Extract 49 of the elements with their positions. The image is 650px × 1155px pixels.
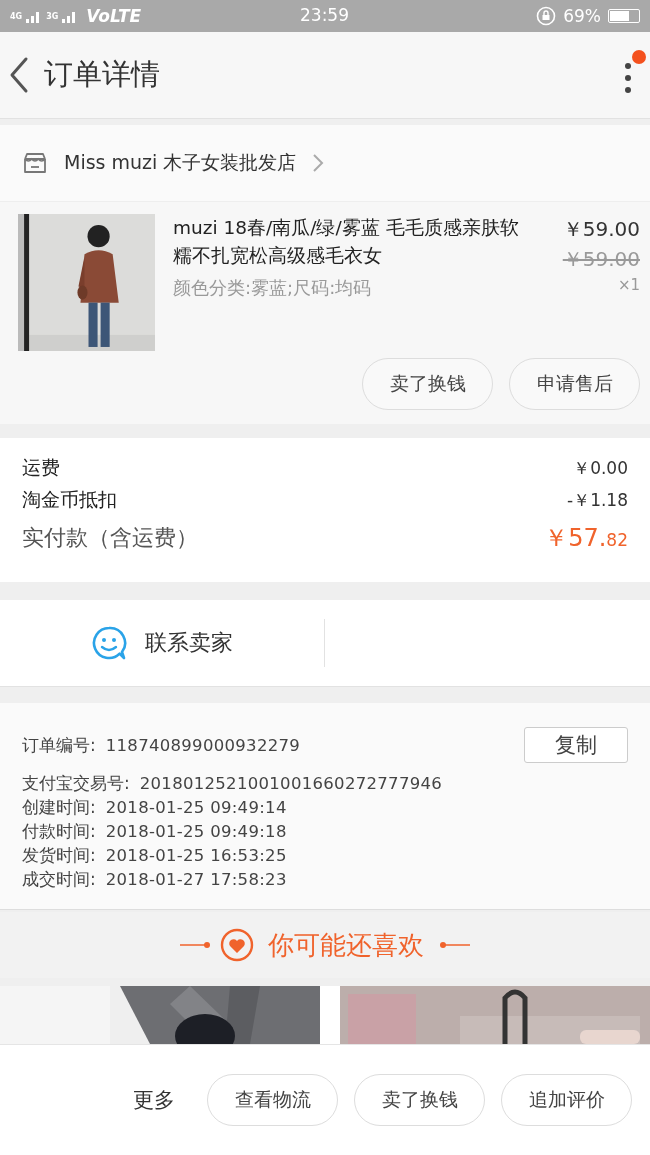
product-spec: 颜色分类:雾蓝;尺码:均码 xyxy=(173,276,373,300)
network-label: 3G xyxy=(46,12,59,21)
rotation-lock-icon xyxy=(536,6,557,26)
battery-percent: 69% xyxy=(563,6,601,26)
info-value: 2018012521001001660272777946 xyxy=(139,773,443,793)
chat-face-icon xyxy=(91,625,127,661)
back-icon xyxy=(8,56,30,94)
fee-value: -￥1.18 xyxy=(567,488,628,512)
fee-value: ￥0.00 xyxy=(573,456,628,480)
fee-label: 运费 xyxy=(22,455,60,480)
divider-ornament-icon xyxy=(180,941,212,949)
action-button[interactable]: 卖了换钱 xyxy=(354,1074,485,1126)
page-title: 订单详情 xyxy=(44,56,161,93)
info-value: 2018-01-25 09:49:14 xyxy=(105,797,287,817)
total-amount: ￥57.82 xyxy=(544,523,628,554)
contact-seller-button[interactable]: 联系卖家 xyxy=(0,619,325,667)
clock: 23:59 xyxy=(300,5,349,25)
more-icon[interactable] xyxy=(624,62,632,94)
network-label: 4G xyxy=(10,12,23,21)
battery-icon xyxy=(608,9,640,23)
shop-name: Miss muzi 木子女装批发店 xyxy=(64,150,297,175)
divider-ornament-icon xyxy=(438,941,470,949)
info-value: 2018-01-25 16:53:25 xyxy=(105,845,287,865)
store-icon xyxy=(22,151,48,175)
info-label: 付款时间: xyxy=(22,819,96,843)
volte-label: VoLTE xyxy=(86,6,142,26)
action-button[interactable]: 申请售后 xyxy=(509,358,640,410)
action-button[interactable]: 卖了换钱 xyxy=(362,358,493,410)
info-value: 2018-01-27 17:58:23 xyxy=(105,869,287,889)
product-title: muzi 18春/南瓜/绿/雾蓝 毛毛质感亲肤软糯不扎宽松高级感毛衣女 xyxy=(173,216,520,268)
more-link[interactable]: 更多 xyxy=(133,1086,175,1114)
shop-row[interactable]: Miss muzi 木子女装批发店 xyxy=(0,125,650,202)
info-label: 订单编号: xyxy=(22,733,96,757)
info-value: 2018-01-25 09:49:18 xyxy=(105,821,287,841)
quantity: ×1 xyxy=(616,276,640,294)
action-button[interactable]: 追加评价 xyxy=(501,1074,632,1126)
recommend-title: 你可能还喜欢 xyxy=(268,928,424,962)
original-price: ￥59.00 xyxy=(561,246,640,273)
chevron-icon xyxy=(312,153,325,173)
info-label: 发货时间: xyxy=(22,843,96,867)
info-value: 118740899000932279 xyxy=(105,735,301,755)
product-price: ￥59.00 xyxy=(561,216,640,243)
info-label: 支付宝交易号: xyxy=(22,771,130,795)
action-button[interactable]: 查看物流 xyxy=(207,1074,338,1126)
info-label: 成交时间: xyxy=(22,867,96,891)
info-label: 创建时间: xyxy=(22,795,96,819)
copy-button[interactable]: 复制 xyxy=(524,727,628,763)
fee-label: 淘金币抵扣 xyxy=(22,487,117,512)
total-label: 实付款（含运费） xyxy=(22,524,198,552)
